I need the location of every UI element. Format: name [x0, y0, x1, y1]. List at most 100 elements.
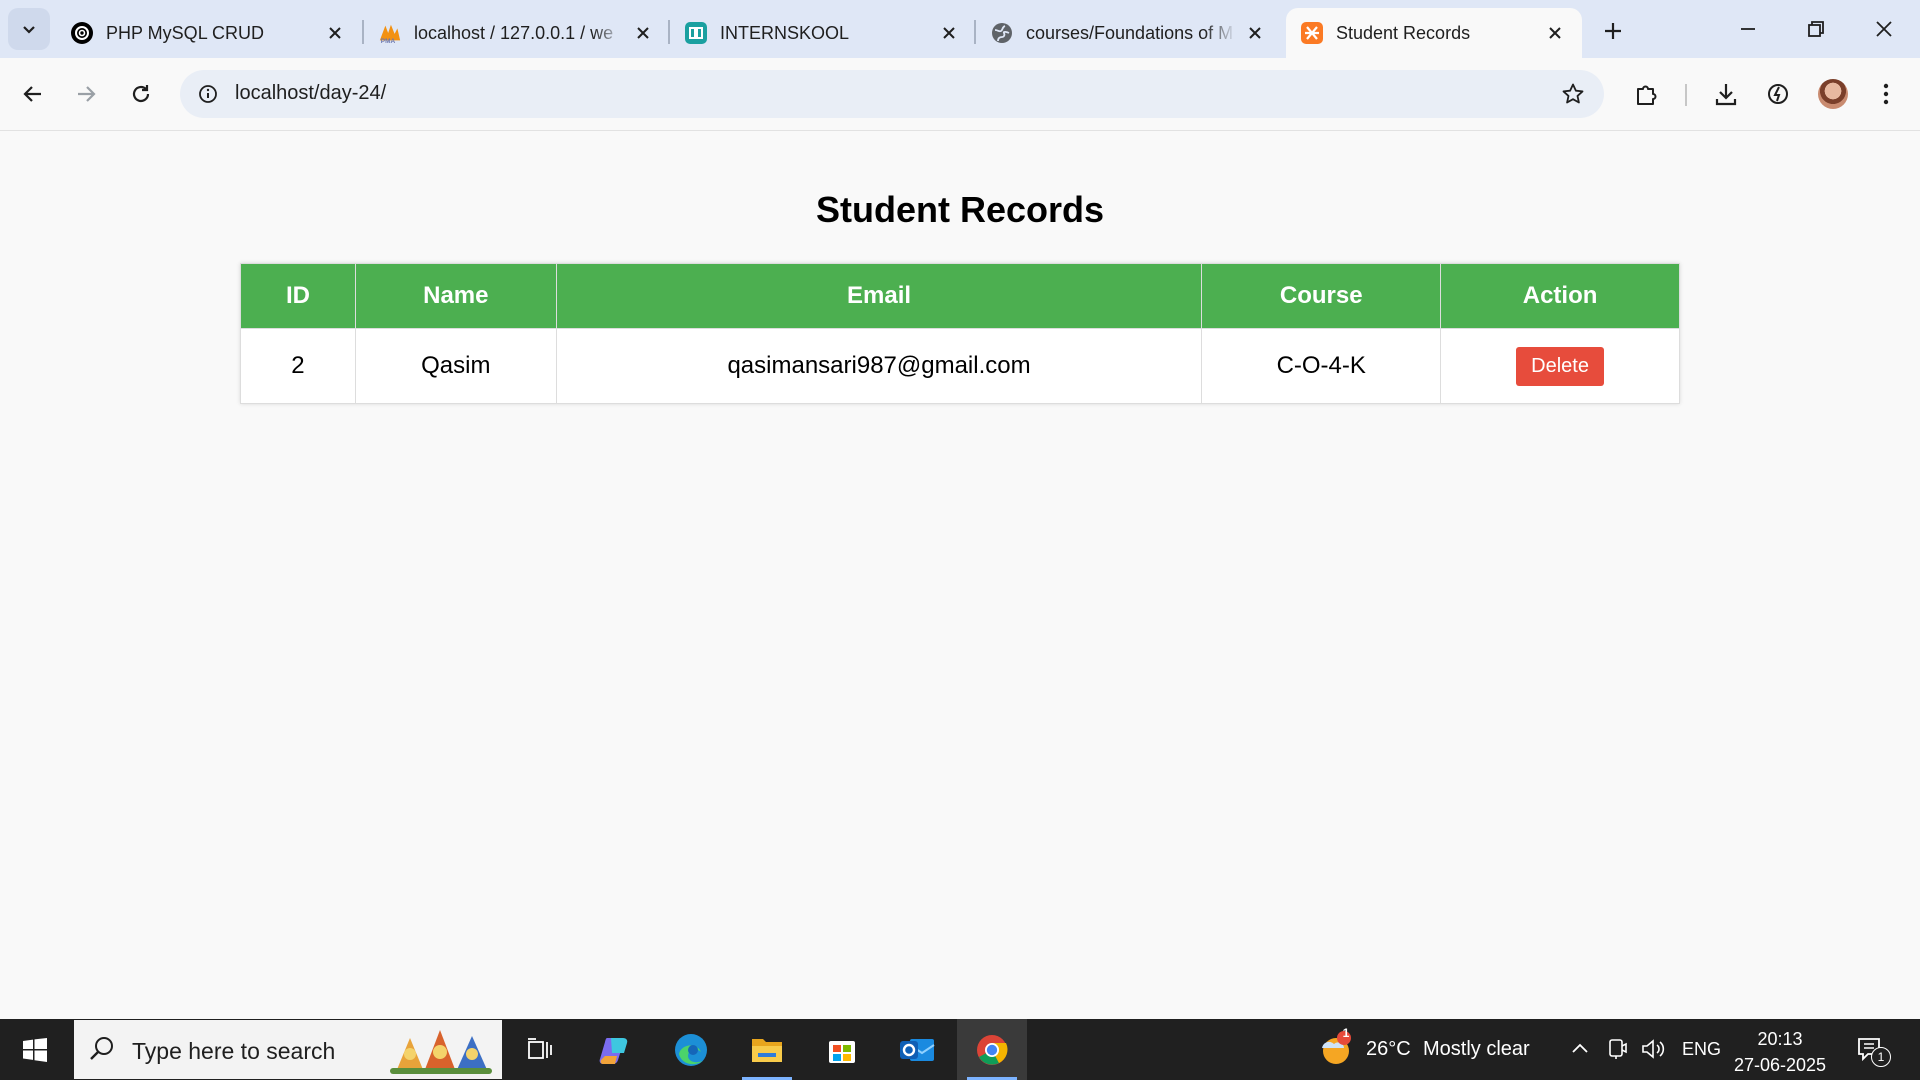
globe-icon: [990, 21, 1014, 45]
browser-toolbar: localhost/day-24/: [0, 58, 1920, 131]
speedometer-icon: [1768, 84, 1788, 104]
svg-text:PMA: PMA: [381, 38, 396, 45]
tab-phpmyadmin[interactable]: PMA localhost / 127.0.0.1 / we: [364, 8, 670, 58]
close-window-button[interactable]: [1850, 0, 1918, 58]
tab-strip: PHP MySQL CRUD PMA localhost / 127.0.0.1…: [0, 0, 1920, 58]
search-icon: [90, 1037, 113, 1060]
cell-action: Delete: [1440, 328, 1680, 404]
taskbar-search-box[interactable]: Type here to search: [74, 1020, 502, 1079]
close-tab-icon[interactable]: [324, 22, 346, 44]
search-highlight-doodle-icon: [390, 1030, 492, 1074]
xampp-icon: [1300, 21, 1324, 45]
tab-title: INTERNSKOOL: [720, 22, 850, 43]
close-tab-icon[interactable]: [632, 22, 654, 44]
address-bar[interactable]: localhost/day-24/: [180, 70, 1604, 118]
microsoft-store-app[interactable]: [807, 1019, 877, 1080]
internskool-icon: [684, 21, 708, 45]
system-clock[interactable]: 20:13 27-06-2025: [1725, 1026, 1835, 1078]
phpmyadmin-icon: PMA: [378, 21, 402, 45]
task-view-icon: [528, 1037, 552, 1059]
delete-button[interactable]: Delete: [1516, 346, 1604, 386]
tab-search-button[interactable]: [8, 8, 50, 50]
plus-icon: [1605, 23, 1621, 39]
column-header-course: Course: [1201, 263, 1442, 329]
windows-logo-icon: [23, 1037, 47, 1062]
site-info-icon[interactable]: [192, 78, 224, 110]
column-header-action: Action: [1440, 263, 1680, 329]
notifications-button[interactable]: 1: [1850, 1029, 1891, 1069]
tab-php-mysql-crud[interactable]: PHP MySQL CRUD: [56, 8, 362, 58]
tab-title: courses/Foundations of M: [1026, 22, 1234, 43]
url-text[interactable]: localhost/day-24/: [235, 82, 386, 105]
tab-courses[interactable]: courses/Foundations of M: [976, 8, 1282, 58]
column-header-id: ID: [240, 263, 356, 329]
tab-internskool[interactable]: INTERNSKOOL: [670, 8, 976, 58]
clock-date: 27-06-2025: [1733, 1055, 1827, 1075]
minimize-button[interactable]: [1714, 0, 1782, 58]
input-language[interactable]: ENG: [1682, 1039, 1721, 1060]
download-icon: [1715, 84, 1737, 106]
file-explorer-app[interactable]: [732, 1019, 802, 1080]
new-tab-button[interactable]: [1596, 14, 1630, 48]
minimize-icon: [1741, 28, 1755, 30]
tab-title: localhost / 127.0.0.1 / we: [414, 22, 614, 43]
restore-button[interactable]: [1782, 0, 1850, 58]
student-records-table: ID Name Email Course Action 2 Qasim qasi…: [240, 263, 1680, 404]
extensions-button[interactable]: [1627, 74, 1667, 114]
edge-icon: [675, 1033, 707, 1066]
close-tab-icon[interactable]: [1244, 22, 1266, 44]
meet-now-icon[interactable]: [1606, 1037, 1628, 1061]
task-view-button[interactable]: [505, 1019, 575, 1080]
toolbar-divider: [1685, 84, 1687, 106]
forward-button[interactable]: [66, 74, 106, 114]
chrome-app[interactable]: [957, 1019, 1027, 1080]
arrow-left-icon: [23, 86, 41, 102]
notification-count: 1: [1871, 1047, 1891, 1067]
outlook-icon: [900, 1038, 935, 1061]
performance-button[interactable]: [1758, 74, 1798, 114]
close-icon: [1876, 21, 1892, 37]
openai-icon: [70, 21, 94, 45]
copilot-app[interactable]: [580, 1019, 650, 1080]
chevron-down-icon: [23, 26, 35, 34]
more-vertical-icon: [1883, 83, 1889, 105]
folder-icon: [752, 1038, 782, 1062]
weather-condition[interactable]: Mostly clear: [1423, 1038, 1530, 1061]
cell-id: 2: [240, 328, 356, 404]
column-header-name: Name: [354, 263, 557, 329]
page-title: Student Records: [815, 189, 1105, 230]
downloads-button[interactable]: [1706, 74, 1746, 114]
close-tab-icon[interactable]: [938, 22, 960, 44]
clock-time: 20:13: [1757, 1029, 1803, 1049]
page-content: Student Records ID Name Email Course Act…: [0, 131, 1920, 1019]
start-button[interactable]: [0, 1019, 70, 1080]
tab-student-records[interactable]: Student Records: [1286, 8, 1582, 58]
restore-icon: [1808, 21, 1824, 37]
browser-menu-button[interactable]: [1866, 74, 1906, 114]
profile-avatar[interactable]: [1818, 79, 1848, 109]
chevron-up-icon[interactable]: [1570, 1039, 1590, 1059]
arrow-right-icon: [78, 86, 96, 102]
outlook-app[interactable]: [882, 1019, 952, 1080]
table-header-row: ID Name Email Course Action: [240, 263, 1680, 329]
tab-title: PHP MySQL CRUD: [106, 22, 265, 43]
tab-title: Student Records: [1336, 22, 1471, 43]
reload-button[interactable]: [121, 74, 161, 114]
column-header-email: Email: [555, 263, 1203, 329]
close-tab-icon[interactable]: [1544, 22, 1566, 44]
cell-name: Qasim: [354, 328, 557, 404]
weather-badge: 1: [1342, 1026, 1350, 1040]
store-icon: [829, 1040, 855, 1063]
table-row: 2 Qasim qasimansari987@gmail.com C-O-4-K…: [240, 328, 1680, 404]
chrome-icon: [977, 1034, 1008, 1065]
back-button[interactable]: [13, 74, 53, 114]
reload-icon: [132, 85, 150, 103]
edge-app[interactable]: [656, 1019, 726, 1080]
cell-email: qasimansari987@gmail.com: [555, 328, 1203, 404]
windows-taskbar: Type here to search 1 26°C Mostly clear …: [0, 1019, 1920, 1080]
volume-icon[interactable]: [1640, 1037, 1666, 1061]
cell-course: C-O-4-K: [1201, 328, 1442, 404]
bookmark-star-icon[interactable]: [1558, 79, 1588, 109]
puzzle-icon: [1637, 85, 1657, 105]
weather-temperature[interactable]: 26°C: [1366, 1038, 1411, 1061]
